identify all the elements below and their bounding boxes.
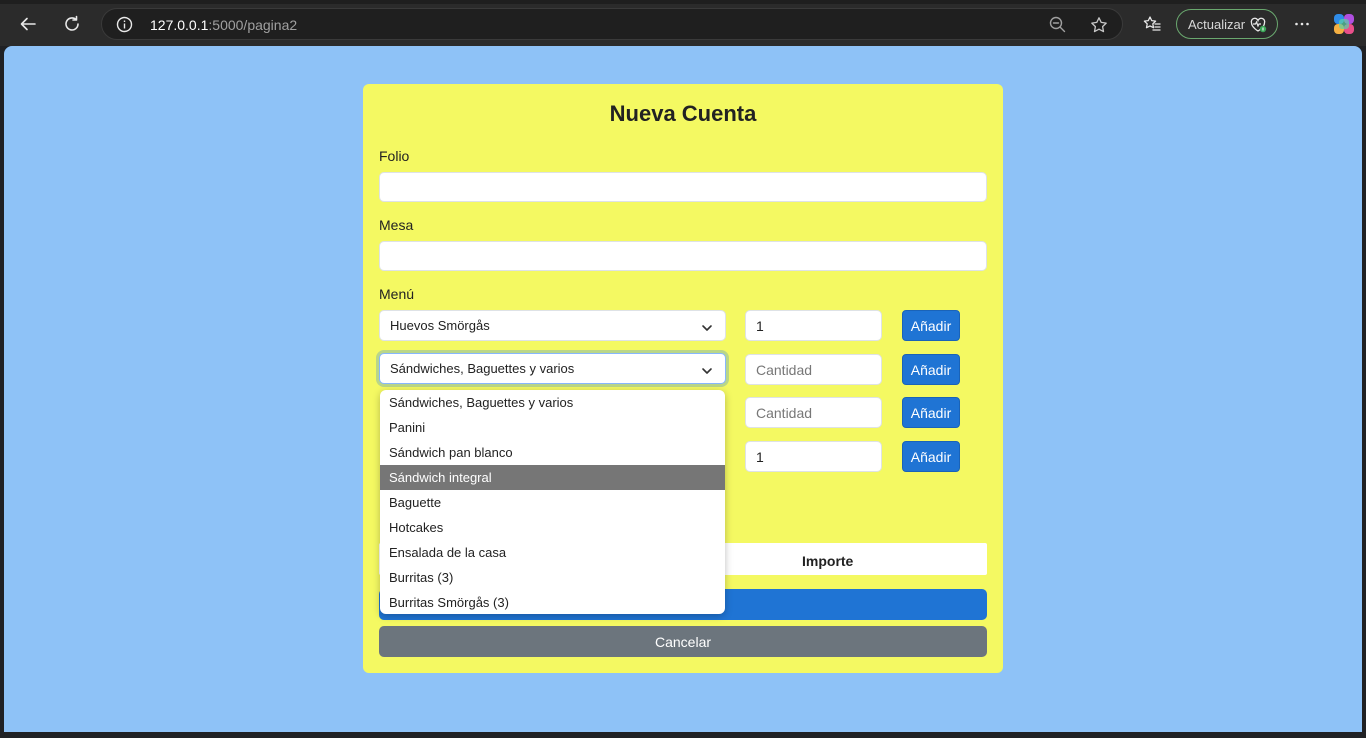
dropdown-option[interactable]: Sándwich pan blanco	[380, 440, 725, 465]
site-info-icon[interactable]	[116, 16, 133, 38]
dropdown-option[interactable]: Panini	[380, 415, 725, 440]
quantity-input-4[interactable]	[745, 441, 882, 472]
page-title: Nueva Cuenta	[609, 101, 757, 126]
add-button-4[interactable]: Añadir	[902, 441, 960, 472]
add-button-2[interactable]: Añadir	[902, 354, 960, 385]
url-path: :5000/pagina2	[208, 17, 298, 33]
menu-select-2-dropdown: Sándwiches, Baguettes y varios Panini Sá…	[380, 390, 725, 614]
folio-label: Folio	[379, 148, 410, 164]
folio-input[interactable]	[379, 172, 987, 202]
dropdown-option[interactable]: Ensalada de la casa	[380, 540, 725, 565]
health-icon	[1248, 15, 1268, 38]
dropdown-option-highlighted[interactable]: Sándwich integral	[380, 465, 725, 490]
tab-strip	[0, 0, 1366, 4]
quantity-input-1[interactable]	[745, 310, 882, 341]
chevron-down-icon	[701, 364, 713, 379]
chevron-down-icon	[701, 321, 713, 336]
menu-label: Menú	[379, 286, 415, 302]
mesa-input[interactable]	[379, 241, 987, 271]
update-label: Actualizar	[1188, 16, 1246, 32]
update-browser-button[interactable]: Actualizar	[1176, 9, 1278, 39]
add-button-3[interactable]: Añadir	[902, 397, 960, 428]
add-button-1[interactable]: Añadir	[902, 310, 960, 341]
browser-toolbar: 127.0.0.1:5000/pagina2 Actualizar	[0, 0, 1366, 46]
reload-icon[interactable]	[56, 8, 88, 40]
cancel-button[interactable]: Cancelar	[379, 626, 987, 657]
dropdown-option[interactable]: Sándwiches, Baguettes y varios	[380, 390, 725, 415]
menu-select-2[interactable]: Sándwiches, Baguettes y varios	[379, 353, 726, 384]
menu-select-2-value: Sándwiches, Baguettes y varios	[390, 361, 575, 376]
zoom-out-icon[interactable]	[1049, 16, 1066, 38]
dropdown-option[interactable]: Burritas Smörgås (3)	[380, 590, 725, 614]
menu-select-1[interactable]: Huevos Smörgås	[379, 310, 726, 341]
url-text: 127.0.0.1:5000/pagina2	[150, 17, 297, 33]
mesa-label: Mesa	[379, 217, 414, 233]
more-menu-icon[interactable]	[1286, 8, 1318, 40]
favorites-icon[interactable]	[1136, 8, 1168, 40]
copilot-icon[interactable]	[1328, 8, 1360, 40]
favorite-star-icon[interactable]	[1090, 16, 1108, 39]
menu-select-1-value: Huevos Smörgås	[390, 318, 490, 333]
quantity-input-2[interactable]	[745, 354, 882, 385]
quantity-input-3[interactable]	[745, 397, 882, 428]
dropdown-option[interactable]: Baguette	[380, 490, 725, 515]
address-bar[interactable]: 127.0.0.1:5000/pagina2	[101, 8, 1123, 40]
dropdown-option[interactable]: Burritas (3)	[380, 565, 725, 590]
importe-column-header: Importe	[802, 553, 854, 569]
url-host: 127.0.0.1	[150, 17, 209, 33]
dropdown-option[interactable]: Hotcakes	[380, 515, 725, 540]
back-icon[interactable]	[12, 8, 44, 40]
